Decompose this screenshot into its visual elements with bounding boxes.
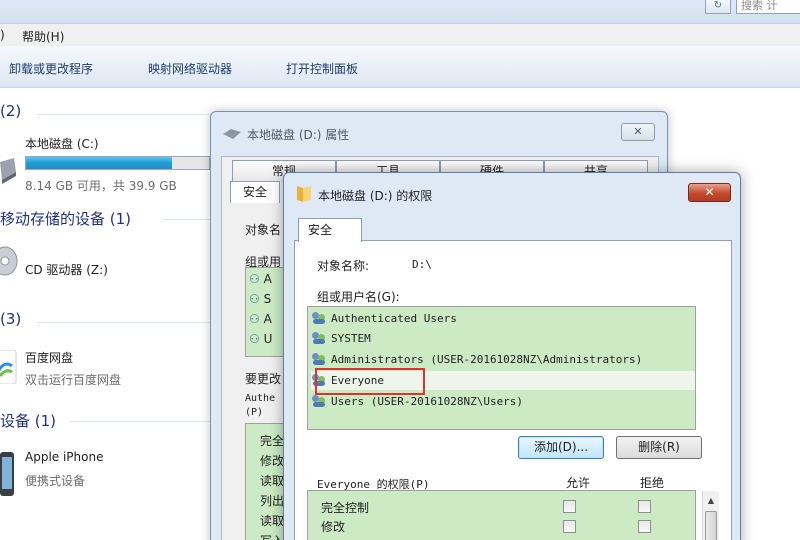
permissions-dialog-title: 本地磁盘 (D:) 的权限 xyxy=(318,189,433,203)
list-item: 写入 xyxy=(260,532,284,540)
list-item[interactable]: ⚇ U xyxy=(249,332,272,346)
baidu-netdisk-icon xyxy=(0,349,18,385)
list-item-authenticated-users[interactable]: Authenticated Users xyxy=(311,309,695,328)
command-bar: 卸载或更改程序 映射网络驱动器 打开控制面板 xyxy=(0,46,800,88)
add-button[interactable]: 添加(D)... xyxy=(518,436,604,459)
permissions-dialog: 本地磁盘 (D:) 的权限 ✕ 安全 对象名称: D:\ 组或用户名(G): A… xyxy=(283,172,741,540)
menu-bar: ) 帮助(H) xyxy=(0,24,800,46)
refresh-button[interactable]: ↻ xyxy=(705,0,731,14)
list-item: 列出 xyxy=(260,494,285,508)
group-title-hdd: (2) xyxy=(0,102,22,120)
drive-c-space: 8.14 GB 可用，共 39.9 GB xyxy=(25,179,177,193)
user-icon: ⚇ xyxy=(249,332,260,346)
search-input[interactable]: 搜索 计 xyxy=(736,0,800,14)
group-divider xyxy=(36,322,212,323)
users-icon xyxy=(311,352,328,365)
permissions-close-button[interactable]: ✕ xyxy=(688,183,731,202)
scroll-up-arrow-icon[interactable]: ▲ xyxy=(703,496,719,505)
user-icon: ⚇ xyxy=(249,292,260,306)
tab-security[interactable]: 安全 xyxy=(230,181,280,203)
drive-c-name[interactable]: 本地磁盘 (C:) xyxy=(25,135,99,152)
allow-column-header: 允许 xyxy=(566,476,591,490)
list-item-system[interactable]: SYSTEM xyxy=(311,329,695,348)
map-network-drive-button[interactable]: 映射网络驱动器 xyxy=(148,60,232,77)
group-title-removable: 移动存储的设备 (1) xyxy=(0,210,132,228)
user-icon: ⚇ xyxy=(249,272,260,286)
permission-modify: 修改 xyxy=(321,520,346,534)
users-icon xyxy=(311,311,328,324)
list-item[interactable]: ⚇ A xyxy=(249,312,272,326)
group-divider xyxy=(36,114,216,115)
permission-list: 完全控制 修改 ▲ xyxy=(307,490,719,540)
user-icon: ⚇ xyxy=(249,312,260,326)
remove-button[interactable]: 删除(R) xyxy=(616,436,702,459)
object-name-value: D:\ xyxy=(412,258,432,271)
highlight-annotation-box xyxy=(315,368,425,395)
hard-drive-icon xyxy=(0,158,16,184)
users-icon xyxy=(311,394,328,407)
list-item: 读取 xyxy=(260,514,285,528)
deny-full-control-checkbox[interactable] xyxy=(638,500,651,513)
list-item: 完全 xyxy=(260,434,285,448)
menu-fragment[interactable]: ) xyxy=(0,28,5,42)
drive-c-usage-fill xyxy=(26,157,173,169)
permission-list-scrollbar[interactable]: ▲ xyxy=(702,491,719,540)
uninstall-program-button[interactable]: 卸载或更改程序 xyxy=(9,60,93,77)
list-item-administrators[interactable]: Administrators (USER-20161028NZ\Administ… xyxy=(311,350,695,369)
address-strip: ↻ 搜索 计 xyxy=(0,0,800,24)
iphone-icon xyxy=(0,452,16,496)
list-item[interactable]: ⚇ S xyxy=(249,292,271,306)
deny-modify-checkbox[interactable] xyxy=(638,520,651,533)
group-divider xyxy=(70,421,212,422)
deny-column-header: 拒绝 xyxy=(640,476,665,490)
list-item: 修改 xyxy=(260,454,285,468)
open-control-panel-button[interactable]: 打开控制面板 xyxy=(286,60,358,77)
object-name-label: 对象名 xyxy=(245,223,282,237)
cd-drive-name[interactable]: CD 驱动器 (Z:) xyxy=(25,261,108,278)
list-item[interactable]: ⚇ A xyxy=(249,272,272,286)
group-title-other: (3) xyxy=(0,310,22,328)
baidu-netdisk-name[interactable]: 百度网盘 xyxy=(25,349,73,366)
list-item: 读取 xyxy=(260,474,285,488)
group-divider xyxy=(162,219,212,220)
users-icon xyxy=(311,331,328,344)
object-name-label: 对象名称: xyxy=(317,259,370,273)
baidu-netdisk-sub: 双击运行百度网盘 xyxy=(25,373,122,387)
menu-help[interactable]: 帮助(H) xyxy=(22,28,64,45)
iphone-name[interactable]: Apple iPhone xyxy=(25,450,103,464)
allow-full-control-checkbox[interactable] xyxy=(563,500,576,513)
drive-c-usage-bar xyxy=(25,156,210,170)
allow-modify-checkbox[interactable] xyxy=(563,520,576,533)
change-label: 要更改 xyxy=(245,372,282,386)
tab-security[interactable]: 安全 xyxy=(298,218,362,242)
drive-icon xyxy=(223,128,241,139)
permission-for-label: Authe xyxy=(245,393,276,404)
cd-drive-icon xyxy=(0,246,18,276)
permission-full-control: 完全控制 xyxy=(321,501,370,515)
iphone-sub: 便携式设备 xyxy=(25,474,86,488)
scroll-thumb[interactable] xyxy=(705,511,717,540)
folder-icon xyxy=(295,184,313,202)
group-title-portable: 设备 (1) xyxy=(0,412,57,430)
permission-p-label: (P) xyxy=(245,407,264,418)
properties-dialog-title: 本地磁盘 (D:) 属性 xyxy=(247,128,350,142)
properties-close-button[interactable]: ✕ xyxy=(621,123,655,141)
group-or-user-label: 组或用户名(G): xyxy=(317,290,400,304)
